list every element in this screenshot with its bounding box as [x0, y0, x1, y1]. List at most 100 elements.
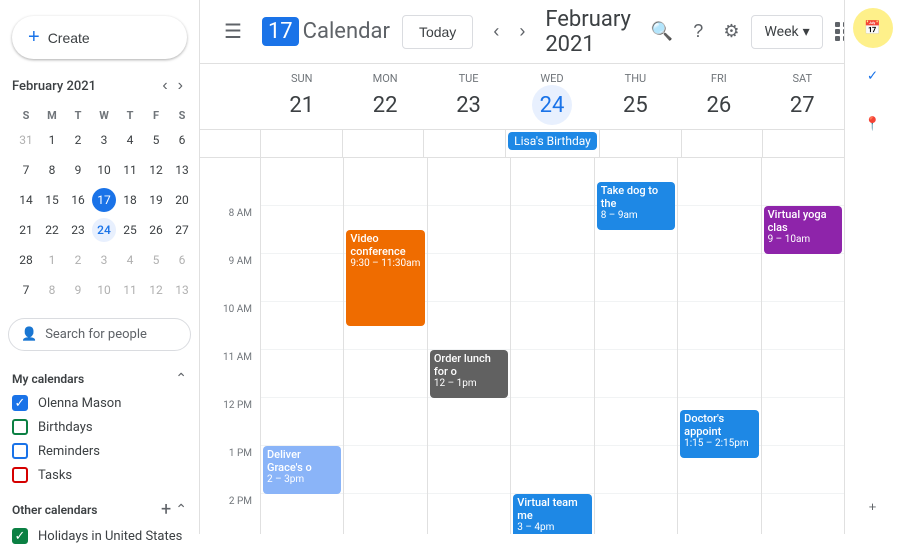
- my-calendar-item[interactable]: Birthdays: [8, 415, 191, 439]
- mini-cal-day[interactable]: 27: [170, 216, 194, 244]
- hour-cell[interactable]: [678, 254, 760, 302]
- other-calendars-header[interactable]: Other calendars + ⌃: [8, 495, 191, 524]
- calendar-event[interactable]: Order lunch for o12 – 1pm: [430, 350, 508, 398]
- mini-cal-day[interactable]: 24: [92, 216, 116, 244]
- hour-cell[interactable]: [261, 494, 343, 534]
- my-calendar-item[interactable]: Reminders: [8, 439, 191, 463]
- mini-cal-day[interactable]: 2: [66, 246, 90, 274]
- allday-cell[interactable]: [423, 130, 505, 157]
- prev-week-button[interactable]: ‹: [485, 15, 507, 48]
- mini-cal-day[interactable]: 21: [14, 216, 38, 244]
- day-number[interactable]: 23: [449, 85, 489, 125]
- day-number[interactable]: 22: [365, 85, 405, 125]
- calendar-event[interactable]: Take dog to the8 – 9am: [597, 182, 675, 230]
- mini-cal-day[interactable]: 1: [40, 126, 64, 154]
- mini-cal-day[interactable]: 8: [40, 276, 64, 304]
- mini-cal-day[interactable]: 23: [66, 216, 90, 244]
- mini-cal-day[interactable]: 19: [144, 186, 168, 214]
- next-week-button[interactable]: ›: [511, 15, 533, 48]
- mini-cal-day[interactable]: 22: [40, 216, 64, 244]
- hour-cell[interactable]: [428, 206, 510, 254]
- hour-cell[interactable]: [678, 206, 760, 254]
- hour-cell[interactable]: [344, 350, 426, 398]
- search-button[interactable]: 🔍: [643, 13, 681, 50]
- mini-cal-day[interactable]: 3: [92, 126, 116, 154]
- hour-cell[interactable]: [511, 350, 593, 398]
- hour-cell[interactable]: [261, 206, 343, 254]
- hour-cell[interactable]: [595, 446, 677, 494]
- hour-cell[interactable]: [261, 302, 343, 350]
- hour-cell[interactable]: [511, 302, 593, 350]
- hour-cell[interactable]: [428, 158, 510, 206]
- hour-cell[interactable]: [344, 158, 426, 206]
- hour-cell[interactable]: [678, 350, 760, 398]
- hour-cell[interactable]: [762, 158, 844, 206]
- day-number[interactable]: 26: [699, 85, 739, 125]
- right-add-icon[interactable]: +: [853, 486, 893, 526]
- allday-cell[interactable]: [681, 130, 763, 157]
- right-calendar-icon[interactable]: 📅: [853, 8, 893, 48]
- mini-cal-day[interactable]: 9: [66, 276, 90, 304]
- hour-cell[interactable]: [595, 254, 677, 302]
- mini-cal-day[interactable]: 10: [92, 276, 116, 304]
- hour-cell[interactable]: [511, 254, 593, 302]
- other-calendars-add-icon[interactable]: +: [161, 499, 171, 520]
- mini-cal-next[interactable]: ›: [174, 75, 187, 97]
- create-button[interactable]: + Create: [12, 16, 187, 59]
- mini-cal-day[interactable]: 6: [170, 126, 194, 154]
- allday-event[interactable]: Lisa's Birthday: [508, 132, 597, 150]
- hour-cell[interactable]: [428, 398, 510, 446]
- day-number[interactable]: 21: [282, 85, 322, 125]
- calendar-event[interactable]: Deliver Grace's o2 – 3pm: [263, 446, 341, 494]
- allday-cell[interactable]: [762, 130, 844, 157]
- other-calendar-item[interactable]: ✓Holidays in United States: [8, 524, 191, 548]
- hour-cell[interactable]: [762, 302, 844, 350]
- search-people[interactable]: 👤 Search for people: [8, 318, 191, 351]
- my-calendar-item[interactable]: Tasks: [8, 463, 191, 487]
- mini-cal-day[interactable]: 20: [170, 186, 194, 214]
- hour-cell[interactable]: [344, 398, 426, 446]
- mini-cal-prev[interactable]: ‹: [158, 75, 171, 97]
- mini-cal-day[interactable]: 7: [14, 156, 38, 184]
- hour-cell[interactable]: [261, 158, 343, 206]
- mini-cal-day[interactable]: 6: [170, 246, 194, 274]
- allday-cell[interactable]: [260, 130, 342, 157]
- mini-cal-day[interactable]: 10: [92, 156, 116, 184]
- hour-cell[interactable]: [511, 446, 593, 494]
- hour-cell[interactable]: [595, 398, 677, 446]
- apps-button[interactable]: [827, 14, 844, 49]
- my-calendar-item[interactable]: ✓Olenna Mason: [8, 391, 191, 415]
- mini-cal-day[interactable]: 14: [14, 186, 38, 214]
- hour-cell[interactable]: [762, 446, 844, 494]
- hour-cell[interactable]: [678, 494, 760, 534]
- mini-cal-day[interactable]: 8: [40, 156, 64, 184]
- week-view-selector[interactable]: Week ▾: [751, 15, 822, 49]
- help-button[interactable]: ?: [685, 13, 711, 50]
- mini-cal-day[interactable]: 11: [118, 276, 142, 304]
- mini-cal-day[interactable]: 2: [66, 126, 90, 154]
- calendar-event[interactable]: Virtual yoga clas9 – 10am: [764, 206, 842, 254]
- right-maps-icon[interactable]: 📍: [853, 104, 893, 144]
- mini-cal-day[interactable]: 13: [170, 276, 194, 304]
- hour-cell[interactable]: [678, 158, 760, 206]
- mini-cal-day[interactable]: 13: [170, 156, 194, 184]
- today-button[interactable]: Today: [402, 15, 473, 49]
- day-number[interactable]: 24: [532, 85, 572, 125]
- mini-cal-day[interactable]: 31: [14, 126, 38, 154]
- calendar-event[interactable]: Video conference9:30 – 11:30am: [346, 230, 424, 326]
- mini-cal-day[interactable]: 3: [92, 246, 116, 274]
- allday-cell[interactable]: Lisa's Birthday: [505, 130, 599, 157]
- mini-cal-day[interactable]: 5: [144, 246, 168, 274]
- mini-cal-day[interactable]: 12: [144, 156, 168, 184]
- mini-cal-day[interactable]: 17: [92, 186, 116, 214]
- settings-button[interactable]: ⚙: [715, 13, 747, 50]
- hour-cell[interactable]: [261, 350, 343, 398]
- hour-cell[interactable]: [428, 254, 510, 302]
- mini-cal-day[interactable]: 18: [118, 186, 142, 214]
- allday-cell[interactable]: [599, 130, 681, 157]
- hour-cell[interactable]: [762, 494, 844, 534]
- mini-cal-day[interactable]: 1: [40, 246, 64, 274]
- hour-cell[interactable]: [595, 302, 677, 350]
- mini-cal-day[interactable]: 26: [144, 216, 168, 244]
- hour-cell[interactable]: [678, 302, 760, 350]
